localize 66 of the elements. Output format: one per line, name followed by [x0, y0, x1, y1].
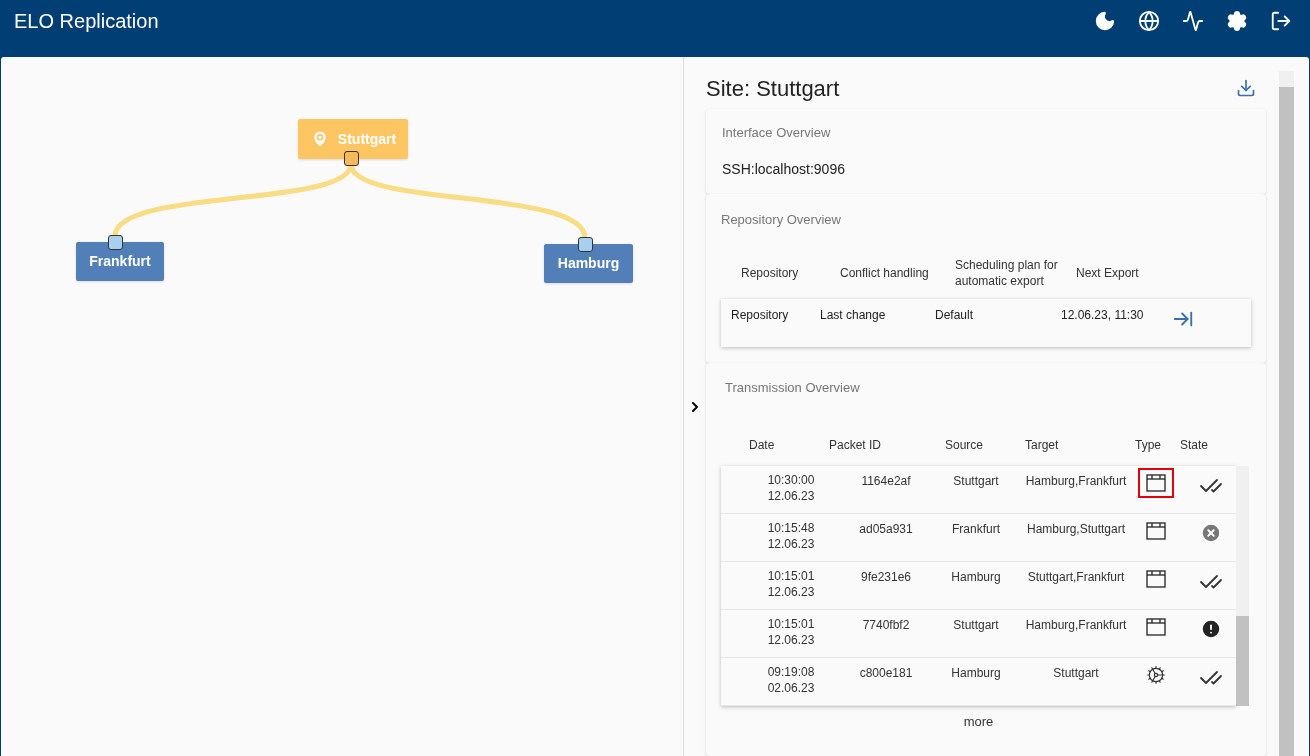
table-cell-text: Default [935, 307, 975, 324]
column-header: Next Export [1076, 265, 1140, 281]
card-title: Repository Overview [721, 210, 842, 229]
table-cell-text: Stuttgart [952, 472, 1000, 490]
column-header: Repository [741, 265, 800, 281]
site-node[interactable]: Frankfurt [76, 242, 164, 281]
table-cell-text: c800e181 [858, 664, 914, 682]
window-icon [1146, 617, 1166, 636]
panel-title: Site: Stuttgart [706, 74, 840, 103]
table-cell-text: 9fe231e6 [859, 568, 913, 586]
window-icon [1146, 521, 1166, 540]
port-handle[interactable] [108, 235, 123, 250]
table-cell-text: Last change [820, 307, 887, 324]
logout-icon[interactable] [1270, 9, 1292, 32]
column-header: Scheduling plan for automatic export [955, 257, 1059, 289]
transmission-row[interactable]: 10:15:01 12.06.23 7740fbf2 Stuttgart Hamburg,Frankfurt [721, 609, 1236, 658]
transmission-row[interactable]: 09:19:08 02.06.23 c800e181 Hamburg Stuttgart [721, 657, 1236, 706]
card-title: Transmission Overview [724, 379, 861, 397]
port-handle[interactable] [578, 237, 593, 252]
table-cell-text: Hamburg,Frankfurt [1024, 472, 1128, 490]
transmission-row[interactable]: 10:15:48 12.06.23 ad05a931 Frankfurt Hamburg,Stuttgart [721, 513, 1236, 562]
repository-row[interactable]: Repository Last change Default 12.06.23, 11:30 [721, 299, 1251, 347]
date-cell-text: 10:15:01 12.06.23 [766, 567, 816, 601]
column-header: Conflict handling [840, 265, 930, 281]
transmission-row[interactable]: 10:15:01 12.06.23 9fe231e6 Hamburg Stuttgart,Frankfurt [721, 561, 1236, 610]
column-header: Date [749, 436, 776, 454]
site-node[interactable]: Hamburg [544, 244, 633, 283]
gears-icon [1146, 664, 1166, 685]
date-cell-text: 10:30:00 12.06.23 [766, 471, 816, 505]
table-cell-text: Stuttgart [1052, 664, 1100, 682]
table-cell-text: Frankfurt [951, 520, 1001, 538]
table-cell-text: Stuttgart [952, 616, 1000, 634]
table-cell-text: 1164e2af [860, 472, 912, 490]
table-cell-text: Hamburg,Stuttgart [1025, 520, 1126, 538]
date-cell-text: 10:15:48 12.06.23 [766, 519, 816, 553]
table-cell-text: 12.06.23, 11:30 [1061, 307, 1145, 324]
more-button[interactable]: more [721, 711, 1236, 731]
card-title: Interface Overview [722, 124, 832, 142]
date-cell-text: 10:15:01 12.06.23 [766, 615, 816, 649]
column-header: Packet ID [829, 436, 883, 454]
table-cell-text: ad05a931 [858, 520, 914, 538]
table-cell-text: Hamburg,Frankfurt [1024, 616, 1128, 634]
table-cell-text: 7740fbf2 [861, 616, 911, 634]
date-cell-text: 09:19:08 02.06.23 [766, 663, 816, 697]
table-cell-text: Hamburg [950, 568, 1002, 586]
moon-icon[interactable] [1094, 9, 1116, 32]
table-cell-text: Hamburg [950, 664, 1002, 682]
scrollbar[interactable] [1279, 71, 1294, 756]
download-icon[interactable] [1236, 78, 1256, 98]
window-icon [1146, 473, 1166, 492]
scrollbar[interactable] [1236, 465, 1249, 706]
interface-value: SSH:localhost:9096 [722, 159, 846, 179]
column-header: Target [1025, 436, 1060, 454]
window-icon [1146, 569, 1166, 588]
type-cell[interactable] [1138, 467, 1174, 498]
column-header: Type [1135, 436, 1162, 454]
table-cell-text: Stuttgart,Frankfurt [1026, 568, 1126, 586]
globe-icon[interactable] [1138, 9, 1160, 32]
table-cell-text: Repository [731, 307, 790, 324]
port-handle[interactable] [344, 151, 359, 166]
column-header: Source [945, 436, 985, 454]
transmission-row[interactable]: 10:30:00 12.06.23 1164e2af Stuttgart Hamburg,Frankfurt [721, 465, 1236, 514]
column-header: State [1180, 436, 1210, 454]
app-title: ELO Replication [14, 8, 159, 34]
activity-icon[interactable] [1182, 9, 1204, 32]
settings-icon[interactable] [1226, 9, 1248, 32]
